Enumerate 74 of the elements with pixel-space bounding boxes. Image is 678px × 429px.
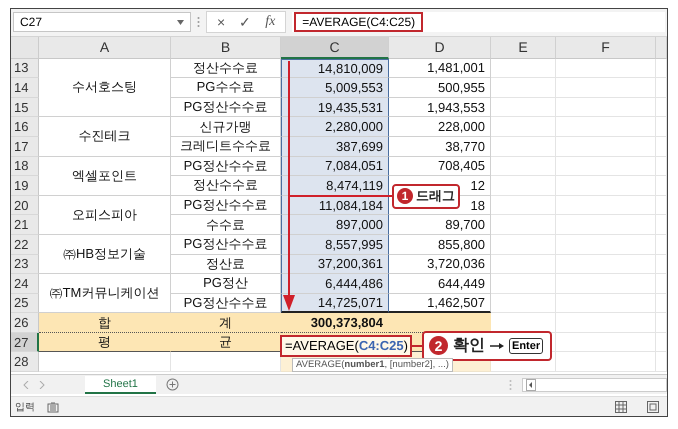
column-header[interactable]: F bbox=[556, 36, 656, 59]
row-header[interactable]: 14 bbox=[11, 78, 39, 98]
caret-icon[interactable] bbox=[177, 20, 184, 25]
table-cell: 14,810,009 bbox=[281, 58, 389, 78]
grip-icon bbox=[509, 378, 512, 391]
table-cell: 균 bbox=[171, 332, 281, 352]
column-header[interactable]: D bbox=[389, 36, 491, 59]
row-header[interactable]: 25 bbox=[11, 294, 39, 314]
page-layout-icon[interactable] bbox=[647, 400, 659, 413]
table-cell: 5,009,553 bbox=[281, 78, 389, 98]
table-cell: 708,405 bbox=[389, 156, 491, 176]
table-cell: 644,449 bbox=[389, 274, 491, 294]
sheet-tab[interactable]: Sheet1 bbox=[85, 376, 156, 394]
table-cell: 14,725,071 bbox=[281, 294, 389, 314]
step-number-badge: 1 bbox=[397, 188, 413, 204]
callout-text: 확인 bbox=[453, 336, 485, 356]
normal-view-icon[interactable] bbox=[615, 400, 627, 413]
add-sheet-icon[interactable] bbox=[166, 378, 179, 392]
arrow-icon bbox=[490, 342, 504, 349]
column-header[interactable]: C bbox=[281, 36, 389, 59]
table-cell: 합 bbox=[39, 313, 171, 333]
column-header[interactable]: B bbox=[171, 36, 281, 59]
table-cell: 37,200,361 bbox=[281, 254, 389, 274]
table-cell: 8,557,995 bbox=[281, 234, 389, 254]
cell-edit-field[interactable]: =AVERAGE(C4:C25) bbox=[280, 334, 412, 357]
table-cell: 855,800 bbox=[389, 234, 491, 254]
name-box[interactable]: C27 bbox=[13, 12, 191, 32]
row-header[interactable]: 13 bbox=[11, 58, 39, 78]
formula-field[interactable]: =AVERAGE(C4:C25) bbox=[294, 12, 424, 32]
table-cell: 300,373,804 bbox=[281, 313, 389, 333]
column-header[interactable]: E bbox=[491, 36, 556, 59]
row-header[interactable]: 17 bbox=[11, 136, 39, 157]
grip-icon bbox=[197, 16, 200, 28]
row-header[interactable]: 23 bbox=[11, 254, 39, 274]
table-cell: 89,700 bbox=[389, 215, 491, 235]
row-header[interactable]: 21 bbox=[11, 215, 39, 235]
table-cell: 1,943,553 bbox=[389, 98, 491, 118]
table-cell: 2,280,000 bbox=[281, 117, 389, 137]
step-number-badge: 2 bbox=[429, 336, 448, 356]
table-cell: 19,435,531 bbox=[281, 98, 389, 118]
record-macro-icon[interactable] bbox=[47, 400, 59, 413]
previous-sheet-icon[interactable] bbox=[23, 380, 29, 389]
row-header[interactable]: 26 bbox=[11, 313, 39, 333]
row-header[interactable]: 27 bbox=[11, 332, 39, 352]
table-cell: 7,084,051 bbox=[281, 156, 389, 176]
table-cell: 38,770 bbox=[389, 136, 491, 157]
row-header[interactable]: 24 bbox=[11, 274, 39, 294]
row-header[interactable]: 22 bbox=[11, 234, 39, 254]
table-cell: 3,720,036 bbox=[389, 254, 491, 274]
table-cell: 6,444,486 bbox=[281, 274, 389, 294]
row-header[interactable]: 28 bbox=[11, 352, 39, 372]
row-header[interactable]: 16 bbox=[11, 117, 39, 137]
column-header[interactable]: A bbox=[39, 36, 171, 59]
cancel-button[interactable]: × bbox=[217, 14, 226, 30]
horizontal-scrollbar[interactable] bbox=[522, 378, 667, 392]
enter-key: Enter bbox=[509, 338, 544, 354]
scroll-left-icon[interactable] bbox=[526, 378, 536, 391]
table-cell: 387,699 bbox=[281, 136, 389, 157]
table-cell: 897,000 bbox=[281, 215, 389, 235]
row-header[interactable]: 15 bbox=[11, 98, 39, 118]
table-cell: 8,474,119 bbox=[281, 176, 389, 196]
table-cell: 평 bbox=[39, 332, 171, 352]
table-cell: 계 bbox=[171, 313, 281, 333]
enter-button[interactable]: ✓ bbox=[239, 14, 252, 30]
function-tooltip: AVERAGE(number1, [number2], ...) bbox=[292, 358, 453, 372]
table-cell: 500,955 bbox=[389, 78, 491, 98]
row-header[interactable]: 20 bbox=[11, 196, 39, 216]
next-sheet-icon[interactable] bbox=[39, 380, 45, 389]
insert-function-button[interactable]: fx bbox=[265, 14, 276, 30]
table-cell: 228,000 bbox=[389, 117, 491, 137]
table-cell: 1,481,001 bbox=[389, 58, 491, 78]
row-header[interactable]: 19 bbox=[11, 176, 39, 196]
status-mode: 입력 bbox=[15, 400, 35, 414]
row-header[interactable]: 18 bbox=[11, 156, 39, 176]
